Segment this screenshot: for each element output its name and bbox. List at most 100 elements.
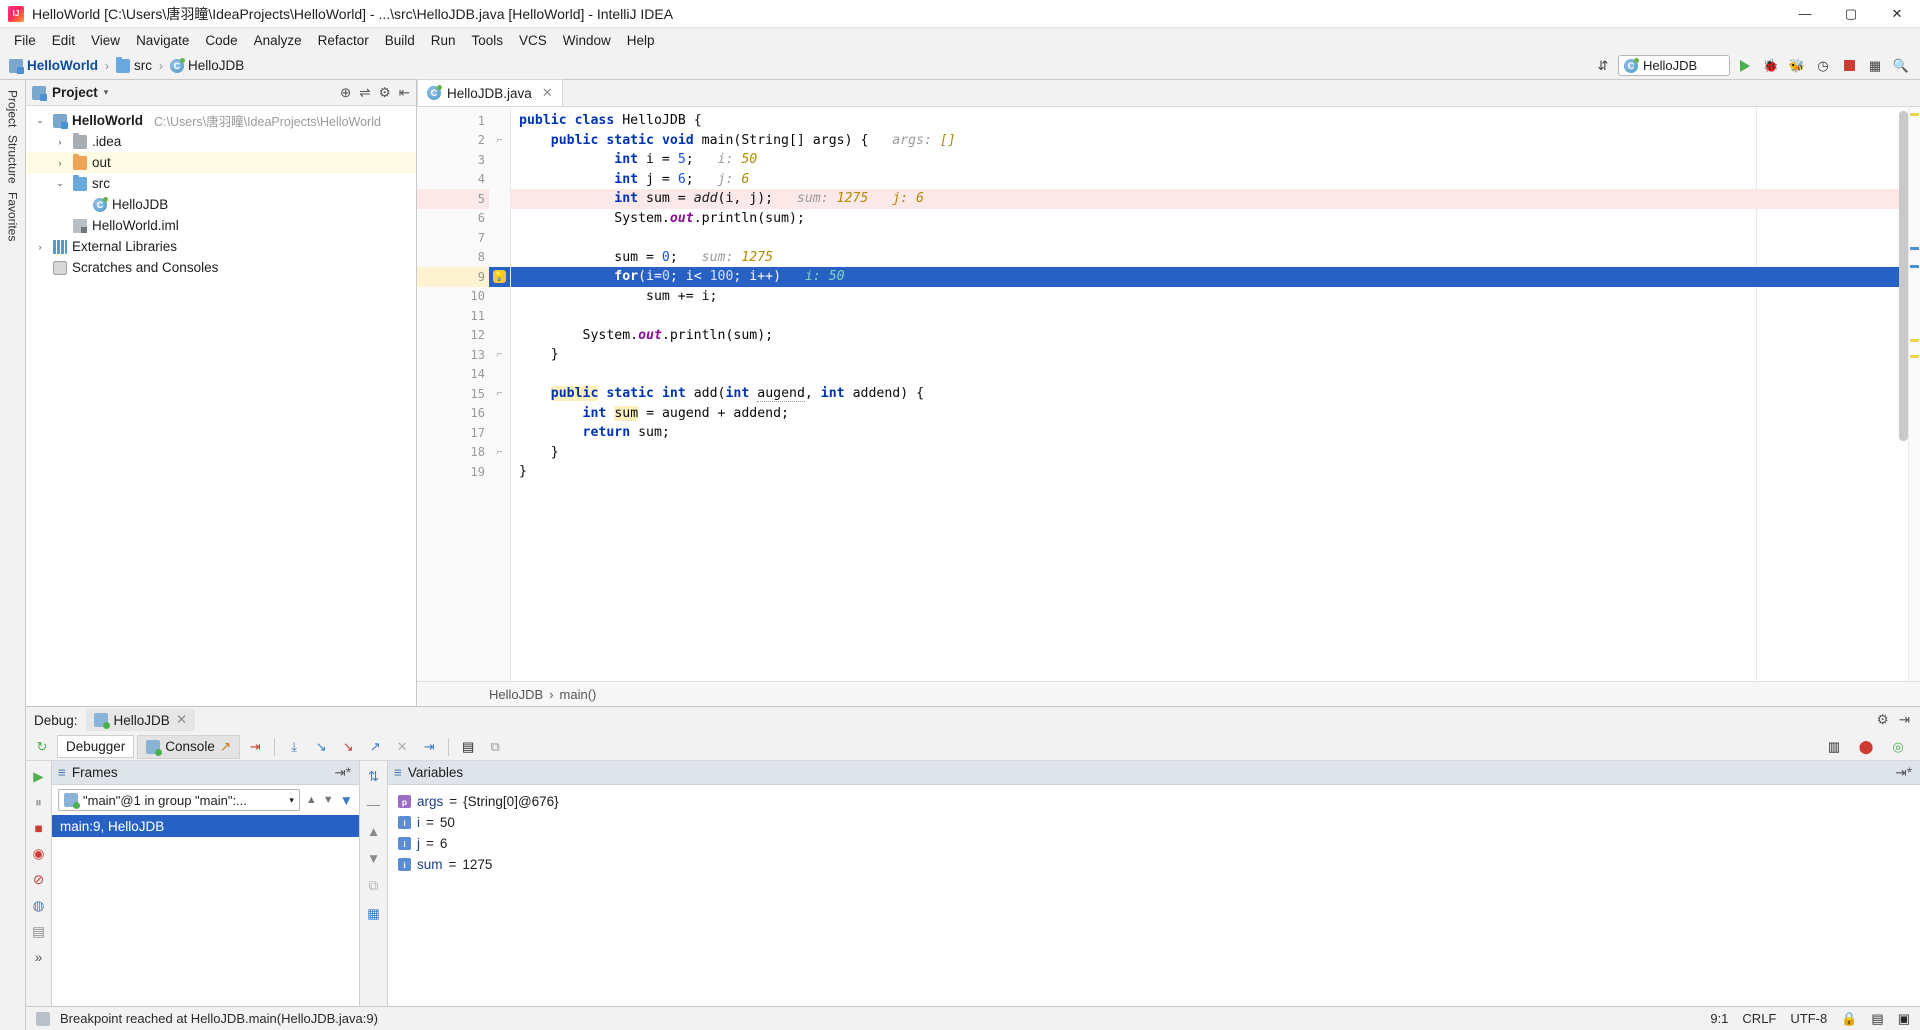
collapse-all-icon[interactable]: ⇌	[359, 85, 370, 101]
menu-refactor[interactable]: Refactor	[310, 31, 377, 50]
frame-row[interactable]: main:9, HelloJDB	[52, 815, 359, 837]
code-line-6[interactable]: System.out.println(sum);	[511, 209, 1920, 229]
code-line-1[interactable]: public class HelloJDB {	[511, 111, 1920, 131]
editor-gutter[interactable]: 123456789?10111213141516171819	[417, 107, 512, 681]
hide-icon[interactable]: ⇤	[399, 85, 410, 101]
code-line-14[interactable]	[511, 365, 1920, 385]
breadcrumb-class[interactable]: C HelloJDB	[167, 57, 247, 74]
evaluate-expression-icon[interactable]: ▤	[456, 736, 480, 758]
gutter-line-5[interactable]: 5	[417, 189, 511, 209]
mute-breakpoints-strip-icon[interactable]: ⊘	[33, 872, 44, 888]
code-line-17[interactable]: return sum;	[511, 423, 1920, 443]
run-icon[interactable]	[1734, 55, 1756, 77]
code-line-5[interactable]: int sum = add(i, j); sum: 1275 j: 6	[511, 189, 1920, 209]
code-line-18[interactable]: }	[511, 443, 1920, 463]
stop-program-icon[interactable]: ■	[34, 821, 42, 836]
code-line-11[interactable]	[511, 306, 1920, 326]
rerun-icon[interactable]: ↻	[30, 736, 54, 758]
detach-icon[interactable]: ↗	[220, 739, 231, 755]
maximize-button[interactable]: ▢	[1828, 0, 1874, 28]
tree-item-helloworld-iml[interactable]: HelloWorld.iml	[26, 215, 416, 236]
menu-vcs[interactable]: VCS	[511, 31, 555, 50]
bulb-icon[interactable]: 💡	[489, 267, 510, 287]
pause-program-icon[interactable]: ⏸	[35, 795, 42, 811]
filter-icon[interactable]: ▼	[340, 793, 353, 808]
chevron-right-icon[interactable]: ›	[52, 158, 68, 168]
tree-item-external-libraries[interactable]: › External Libraries	[26, 236, 416, 257]
gutter-line-2[interactable]: 2	[417, 131, 509, 151]
lock-icon[interactable]: 🔒	[1841, 1011, 1857, 1027]
gutter-line-8[interactable]: 8	[417, 248, 489, 268]
close-icon[interactable]: ✕	[542, 85, 553, 101]
gutter-line-10[interactable]: 10	[417, 287, 489, 307]
code-line-15[interactable]: public static int add(int augend, int ad…	[511, 384, 1920, 404]
menu-tools[interactable]: Tools	[464, 31, 512, 50]
layout-settings-icon[interactable]: ⧉	[483, 736, 507, 758]
gutter-line-15[interactable]: 15	[417, 384, 489, 404]
gutter-line-14[interactable]: 14	[417, 365, 489, 385]
breadcrumb-project[interactable]: HelloWorld	[6, 57, 101, 74]
gutter-line-19[interactable]: 19	[417, 462, 489, 482]
gutter-line-13[interactable]: 13	[417, 345, 489, 365]
menu-edit[interactable]: Edit	[44, 31, 83, 50]
gutter-line-6[interactable]: 6	[417, 209, 489, 229]
step-out-icon[interactable]: ↗	[363, 736, 387, 758]
gutter-line-12[interactable]: 12	[417, 326, 489, 346]
breadcrumb-method-name[interactable]: main()	[560, 687, 597, 702]
tree-item-src[interactable]: ⌄ src	[26, 173, 416, 194]
fold-close[interactable]: ⌐	[489, 345, 510, 365]
debug-session-tab[interactable]: HelloJDB ✕	[85, 709, 196, 731]
chevron-down-icon[interactable]: ▾	[104, 87, 109, 98]
tree-item-hellojdb[interactable]: C HelloJDB	[26, 194, 416, 215]
gutter-line-3[interactable]: 3	[417, 150, 489, 170]
locate-icon[interactable]: ⊕	[340, 85, 351, 101]
menu-build[interactable]: Build	[377, 31, 423, 50]
pin-icon[interactable]: ⇥*	[1895, 765, 1920, 781]
variable-row[interactable]: i i = 50	[388, 812, 1920, 833]
variable-row[interactable]: p args = {String[0]@676}	[388, 791, 1920, 812]
minimize-button[interactable]: —	[1782, 0, 1828, 28]
fold-open[interactable]: ⌐	[489, 384, 510, 404]
mute-breakpoints-icon[interactable]: ▥	[1822, 736, 1846, 758]
frame-up-icon[interactable]: ▲	[306, 794, 317, 806]
gutter-line-18[interactable]: 18	[417, 443, 489, 463]
hide-icon[interactable]: ⇥	[1899, 712, 1910, 728]
code-line-3[interactable]: int i = 5; i: 50	[511, 150, 1920, 170]
evaluate-strip-icon[interactable]: ▦	[367, 906, 380, 922]
code-line-16[interactable]: int sum = augend + addend;	[511, 404, 1920, 424]
gutter-line-4[interactable]: 4	[417, 170, 489, 190]
file-encoding[interactable]: UTF-8	[1790, 1011, 1827, 1026]
tree-item-helloworld[interactable]: ⌄ HelloWorld C:\Users\唐羽瞳\IdeaProjects\Hel…	[26, 110, 416, 131]
pin-icon[interactable]: ⇥*	[334, 765, 359, 781]
sort-icon[interactable]: ⇵	[1592, 55, 1614, 77]
thread-selector[interactable]: "main"@1 in group "main":... ▾	[58, 789, 300, 811]
step-over-icon[interactable]: ⤓	[282, 736, 306, 758]
camera-icon[interactable]: ◎	[1886, 736, 1910, 758]
layout-icon[interactable]: ▦	[1864, 55, 1886, 77]
tree-item-scratches-and-consoles[interactable]: Scratches and Consoles	[26, 257, 416, 278]
editor-error-stripe[interactable]	[1908, 107, 1920, 681]
close-button[interactable]: ✕	[1874, 0, 1920, 28]
chevron-down-icon[interactable]: ⌄	[52, 178, 68, 189]
strip-favorites-button[interactable]: Favorites	[6, 188, 20, 245]
fold-open[interactable]: ⌐	[489, 131, 510, 151]
code-line-4[interactable]: int j = 6; j: 6	[511, 170, 1920, 190]
settings-icon[interactable]: ⚙	[1877, 712, 1889, 728]
menu-code[interactable]: Code	[197, 31, 245, 50]
minus-icon[interactable]: —	[367, 797, 381, 812]
variable-row[interactable]: i j = 6	[388, 833, 1920, 854]
breadcrumb-src[interactable]: src	[113, 56, 155, 74]
breadcrumb-class-name[interactable]: HelloJDB	[489, 687, 543, 702]
variable-row[interactable]: i sum = 1275	[388, 854, 1920, 875]
chevron-right-icon[interactable]: ›	[32, 242, 48, 252]
chevron-down-icon[interactable]: ⌄	[32, 115, 48, 126]
strip-project-button[interactable]: Project	[6, 86, 20, 131]
menu-run[interactable]: Run	[423, 31, 464, 50]
scrollbar-thumb[interactable]	[1899, 111, 1908, 441]
fold-close[interactable]: ⌐	[489, 443, 510, 463]
tab-debugger[interactable]: Debugger	[57, 735, 135, 758]
gutter-line-16[interactable]: 16	[417, 404, 489, 424]
gutter-line-11[interactable]: 11	[417, 306, 489, 326]
chevron-right-icon[interactable]: ›	[52, 137, 68, 147]
memory-icon[interactable]: ▤	[1871, 1011, 1883, 1027]
